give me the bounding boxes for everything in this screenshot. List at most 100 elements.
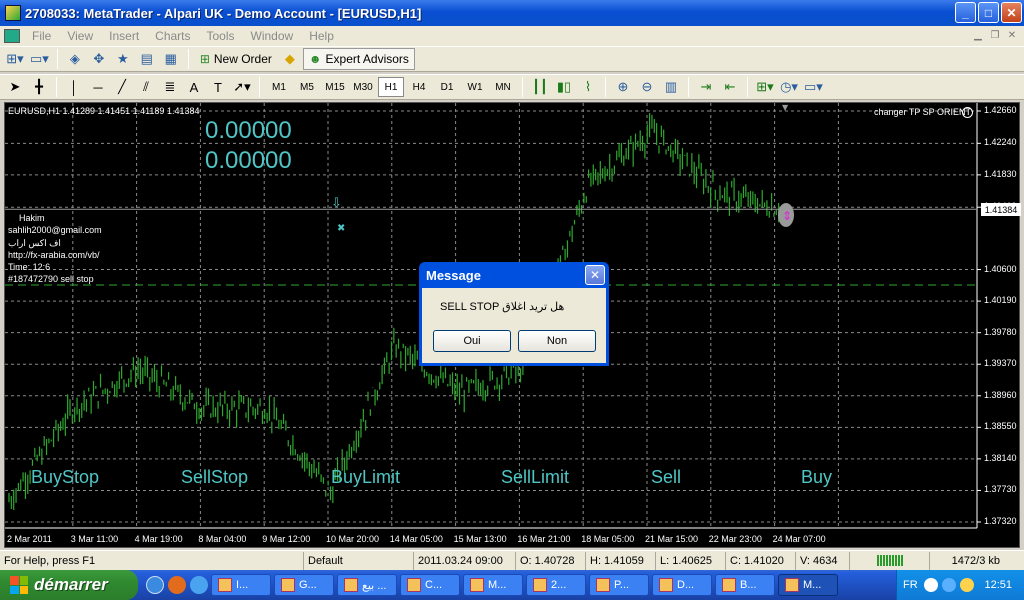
yes-button[interactable]: Oui — [433, 330, 511, 352]
price-tick-label: 1.39370 — [984, 358, 1017, 369]
chart-shift-icon[interactable]: ⇤ — [719, 76, 741, 98]
line-chart-icon[interactable]: ⌇ — [577, 76, 599, 98]
sell-button[interactable]: Sell — [651, 467, 681, 488]
status-volume: V: 4634 — [796, 551, 850, 570]
menu-file[interactable]: File — [24, 29, 59, 43]
cursor-icon[interactable]: ➤ — [4, 76, 26, 98]
selllimit-button[interactable]: SellLimit — [501, 467, 569, 488]
taskbar-item-9[interactable]: B... — [715, 574, 775, 596]
profiles-icon[interactable]: ▭▾ — [28, 48, 51, 70]
time-tick-label: 16 Mar 21:00 — [517, 534, 571, 544]
taskbar-item-1[interactable]: I... — [211, 574, 271, 596]
tray-network-icon[interactable] — [941, 578, 956, 592]
fibonacci-icon[interactable]: ≣ — [159, 76, 181, 98]
expert-advisors-button[interactable]: ☻ Expert Advisors — [302, 48, 415, 70]
alert-icon[interactable]: ◆ — [279, 48, 301, 70]
timeframe-m1[interactable]: M1 — [266, 77, 292, 97]
price-tick-label: 1.40190 — [984, 295, 1017, 306]
timeframe-w1[interactable]: W1 — [462, 77, 488, 97]
menu-window[interactable]: Window — [243, 29, 302, 43]
taskbar-item-3[interactable]: بيع ... — [337, 574, 397, 596]
metatrader-app-icon — [5, 5, 21, 21]
chart-window-icon[interactable] — [4, 29, 20, 43]
timeframe-m5[interactable]: M5 — [294, 77, 320, 97]
mdi-restore-button[interactable]: ❐ — [987, 28, 1003, 42]
trendline-icon[interactable]: ╱ — [111, 76, 133, 98]
new-order-button[interactable]: ⊞ New Order — [195, 48, 277, 70]
indicators-icon[interactable]: ⊞▾ — [754, 76, 776, 98]
firefox-icon[interactable] — [168, 576, 186, 594]
menu-help[interactable]: Help — [301, 29, 342, 43]
sellstop-button[interactable]: SellStop — [181, 467, 248, 488]
app-window-icon — [722, 578, 736, 592]
close-button[interactable]: ✕ — [1001, 2, 1022, 23]
status-help: For Help, press F1 — [0, 551, 304, 570]
chart-shift-marker: ▼ — [782, 103, 789, 112]
market-watch-icon[interactable]: ◈ — [64, 48, 86, 70]
strategy-tester-icon[interactable]: ▦ — [160, 48, 182, 70]
language-indicator[interactable]: FR — [897, 579, 924, 591]
time-tick-label: 15 Mar 13:00 — [453, 534, 507, 544]
mdi-close-button[interactable]: ✕ — [1004, 28, 1020, 42]
timeframe-h4[interactable]: H4 — [406, 77, 432, 97]
timeframe-mn[interactable]: MN — [490, 77, 516, 97]
dialog-close-button[interactable]: ✕ — [585, 265, 605, 285]
maximize-button[interactable]: □ — [978, 2, 999, 23]
message-dialog[interactable]: Message ✕ SELL STOP هل تريد اغلاق Oui No… — [419, 262, 609, 366]
menu-charts[interactable]: Charts — [147, 29, 198, 43]
indicator-value-2: 0.00000 — [205, 147, 292, 174]
terminal-icon[interactable]: ▤ — [136, 48, 158, 70]
taskbar-item-2[interactable]: G... — [274, 574, 334, 596]
timeframe-h1[interactable]: H1 — [378, 77, 404, 97]
menu-tools[interactable]: Tools — [199, 29, 243, 43]
google-window-icon — [281, 578, 295, 592]
minimize-button[interactable]: _ — [955, 2, 976, 23]
candlestick-icon[interactable]: ▮▯ — [553, 76, 575, 98]
windows-taskbar: démarrer I... G... بيع ... C... M... 2..… — [0, 570, 1024, 600]
tile-windows-icon[interactable]: ▥ — [660, 76, 682, 98]
bar-chart-icon[interactable]: ┃┃ — [529, 76, 551, 98]
taskbar-item-10[interactable]: M... — [778, 574, 838, 596]
arrows-icon[interactable]: ➚▾ — [231, 76, 253, 98]
periods-icon[interactable]: ◷▾ — [778, 76, 800, 98]
window-titlebar[interactable]: 2708033: MetaTrader - Alpari UK - Demo A… — [0, 0, 1024, 26]
tray-volume-icon[interactable] — [959, 578, 974, 592]
zoom-out-icon[interactable]: ⊖ — [636, 76, 658, 98]
taskbar-item-5[interactable]: M... — [463, 574, 523, 596]
horizontal-line-icon[interactable]: ─ — [87, 76, 109, 98]
desktop-icon[interactable] — [146, 576, 164, 594]
vertical-line-icon[interactable]: │ — [63, 76, 85, 98]
text-label-icon[interactable]: T — [207, 76, 229, 98]
timeframe-d1[interactable]: D1 — [434, 77, 460, 97]
favorites-icon[interactable]: ★ — [112, 48, 134, 70]
tray-back-icon[interactable] — [923, 578, 938, 592]
navigator-icon[interactable]: ✥ — [88, 48, 110, 70]
buystop-button[interactable]: BuyStop — [31, 467, 99, 488]
timeframe-m15[interactable]: M15 — [322, 77, 348, 97]
status-open: O: 1.40728 — [516, 551, 586, 570]
menu-insert[interactable]: Insert — [101, 29, 147, 43]
status-close: C: 1.41020 — [726, 551, 796, 570]
taskbar-item-6[interactable]: 2... — [526, 574, 586, 596]
status-profile: Default — [304, 551, 414, 570]
no-button[interactable]: Non — [518, 330, 596, 352]
menu-view[interactable]: View — [59, 29, 101, 43]
mdi-minimize-button[interactable]: ▁ — [970, 28, 986, 42]
autoscroll-icon[interactable]: ⇥ — [695, 76, 717, 98]
new-chart-icon[interactable]: ⊞▾ — [4, 48, 26, 70]
taskbar-item-7[interactable]: P... — [589, 574, 649, 596]
clock: 12:51 — [984, 579, 1012, 591]
taskbar-item-4[interactable]: C... — [400, 574, 460, 596]
taskbar-item-8[interactable]: D... — [652, 574, 712, 596]
timeframe-m30[interactable]: M30 — [350, 77, 376, 97]
crosshair-icon[interactable]: ╋ — [28, 76, 50, 98]
equidistant-channel-icon[interactable]: ⫽ — [135, 76, 157, 98]
buylimit-button[interactable]: BuyLimit — [331, 467, 400, 488]
ie-icon[interactable] — [190, 576, 208, 594]
text-icon[interactable]: A — [183, 76, 205, 98]
price-tick-label: 1.38960 — [984, 389, 1017, 400]
templates-icon[interactable]: ▭▾ — [802, 76, 825, 98]
buy-button[interactable]: Buy — [801, 467, 832, 488]
zoom-in-icon[interactable]: ⊕ — [612, 76, 634, 98]
start-button[interactable]: démarrer — [0, 570, 138, 600]
